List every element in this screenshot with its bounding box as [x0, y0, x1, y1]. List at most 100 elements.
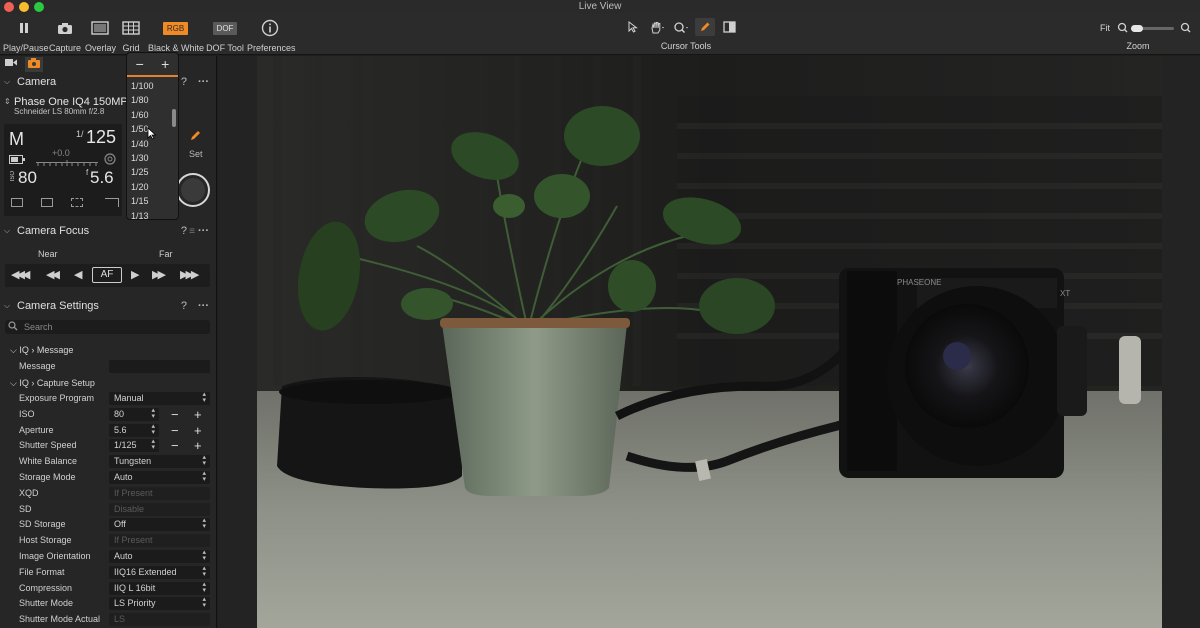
decrement-button[interactable]: − — [171, 423, 179, 438]
setting-value-iso[interactable]: 80 ▴ ▾ — [109, 407, 159, 421]
setting-value-storage-mode[interactable]: Auto ▴ ▾ — [109, 470, 210, 484]
zoom-fit-button[interactable]: Fit — [1100, 23, 1110, 33]
camera-section-header[interactable]: ⌵ Camera ? ··· — [0, 72, 216, 92]
select-arrows-icon: ▴ ▾ — [202, 549, 206, 562]
overlay-button[interactable]: Overlay — [85, 18, 116, 53]
zoom-tool-icon[interactable] — [671, 18, 691, 36]
group-iq-capture-setup[interactable]: ⌵ IQ › Capture Setup — [10, 378, 95, 389]
increment-button[interactable]: + — [194, 407, 202, 422]
shutter-option[interactable]: 1/100 — [131, 81, 154, 95]
group-iq-message[interactable]: ⌵ IQ › Message — [10, 345, 73, 356]
camera-settings-section-title: Camera Settings — [17, 300, 99, 312]
setting-value-shutter-mode[interactable]: LS Priority ▴ ▾ — [109, 596, 210, 611]
cursor-tools-group — [623, 18, 739, 38]
setting-value-image-orientation[interactable]: Auto ▴ ▾ — [109, 549, 210, 563]
setting-value-file-format[interactable]: IIQ16 Extended ▴ ▾ — [109, 565, 210, 579]
help-icon[interactable]: ? — [181, 300, 187, 312]
grid-button[interactable]: Grid — [120, 18, 142, 53]
focus-far-large-icon[interactable]: ▶▶▶ — [180, 268, 199, 281]
increment-button[interactable]: + — [194, 438, 202, 453]
shutter-speed-dropdown[interactable]: − + 1/100 1/80 1/60 1/50 1/40 1/30 1/25 1/20 1/1… — [126, 52, 179, 220]
more-options-icon[interactable]: ··· — [198, 225, 209, 237]
setting-value-compression[interactable]: IIQ L 16bit ▴ ▾ — [109, 580, 210, 595]
video-tab-icon[interactable] — [5, 58, 17, 70]
decrement-button[interactable]: − — [171, 438, 179, 453]
shutter-option[interactable]: 1/30 — [131, 153, 154, 167]
settings-search-field[interactable]: Search — [5, 320, 210, 334]
black-white-button[interactable]: RGB Black & White — [148, 18, 204, 53]
live-view-area[interactable]: PHASEONE XT — [218, 56, 1200, 628]
dof-tool-label: DOF Tool — [206, 43, 244, 53]
increment-button[interactable]: + — [194, 423, 202, 438]
focus-near-small-icon[interactable]: ◀ — [74, 268, 83, 281]
help-icon[interactable]: ? — [181, 76, 187, 88]
play-pause-button[interactable]: Play/Pause — [3, 18, 49, 53]
message-field[interactable] — [109, 360, 210, 373]
shutter-value[interactable]: 125 — [86, 127, 116, 148]
zoom-slider-handle[interactable] — [1131, 25, 1143, 32]
shutter-option[interactable]: 1/13 — [131, 211, 154, 219]
metering-icon — [41, 198, 53, 207]
camera-tab-icon[interactable] — [25, 56, 43, 72]
zoom-slider[interactable] — [1131, 25, 1174, 32]
increase-button[interactable]: + — [161, 56, 169, 72]
setting-label: Exposure Program — [19, 393, 95, 403]
shutter-option[interactable]: 1/15 — [131, 196, 154, 210]
shutter-option[interactable]: 1/60 — [131, 110, 154, 124]
setting-value-shutter-speed[interactable]: 1/125 ▴ ▾ — [109, 438, 159, 453]
dof-tool-button[interactable]: DOF DOF Tool — [206, 18, 244, 53]
setting-value-exposure-program[interactable]: Manual ▴ ▾ — [109, 391, 210, 405]
list-icon[interactable]: ≡ — [189, 226, 195, 237]
focus-near-large-icon[interactable]: ◀◀◀ — [11, 268, 30, 281]
setting-label: Image Orientation — [19, 551, 91, 561]
focus-far-medium-icon[interactable]: ▶▶ — [152, 268, 166, 281]
more-options-icon[interactable]: ··· — [198, 76, 209, 88]
rgb-icon: RGB — [148, 18, 203, 38]
live-view-image: PHASEONE XT — [257, 56, 1162, 628]
drive-mode-icon — [105, 198, 119, 207]
focus-control-bar: ◀◀◀ ◀◀ ◀ AF ▶ ▶▶ ▶▶▶ — [5, 264, 210, 287]
focus-pen-icon[interactable] — [695, 18, 715, 36]
autofocus-button[interactable]: AF — [92, 267, 122, 283]
set-label[interactable]: Set — [189, 149, 203, 159]
setting-label: Compression — [19, 582, 73, 593]
setting-value-text: IIQ16 Extended — [114, 566, 177, 577]
select-arrows-icon: ▴ ▾ — [202, 580, 206, 594]
decrease-button[interactable]: − — [136, 56, 144, 72]
preferences-button[interactable]: Preferences — [247, 18, 296, 53]
camera-lcd-display: M 1/ 125 +0.0 ISO 80 f 5.6 — [4, 124, 122, 216]
compare-view-icon[interactable] — [719, 18, 739, 36]
focus-far-small-icon[interactable]: ▶ — [131, 268, 140, 281]
setting-row-white-balance: White Balance Tungsten ▴ ▾ — [0, 454, 216, 470]
zoom-out-icon[interactable] — [1117, 22, 1129, 37]
shutter-options-list: 1/100 1/80 1/60 1/50 1/40 1/30 1/25 1/20 1/15 1/1… — [131, 81, 154, 219]
setting-value-text: If Present — [114, 535, 153, 546]
cursor-tools-label: Cursor Tools — [660, 41, 712, 51]
capture-button[interactable]: Capture — [48, 18, 82, 53]
setting-value-aperture[interactable]: 5.6 ▴ ▾ — [109, 423, 159, 437]
camera-focus-section-header[interactable]: ⌵ Camera Focus ? ≡ ··· — [0, 221, 216, 241]
more-options-icon[interactable]: ··· — [198, 300, 209, 312]
aperture-value[interactable]: 5.6 — [90, 168, 114, 188]
zoom-in-icon[interactable] — [1180, 22, 1192, 37]
setting-label: Shutter Mode Actual — [19, 614, 101, 625]
select-cursor-icon[interactable] — [623, 18, 643, 36]
setting-value-sd-storage[interactable]: Off ▴ ▾ — [109, 517, 210, 532]
shutter-release-button[interactable] — [176, 173, 210, 207]
dropdown-scrollbar[interactable] — [172, 109, 176, 127]
shutter-option[interactable]: 1/20 — [131, 182, 154, 196]
setting-value-text: Off — [114, 519, 126, 530]
set-pen-icon[interactable] — [190, 129, 202, 144]
hand-pan-icon[interactable] — [647, 18, 667, 36]
setting-label: Shutter Mode — [19, 598, 74, 609]
focus-near-medium-icon[interactable]: ◀◀ — [46, 268, 60, 281]
camera-settings-section-header[interactable]: ⌵ Camera Settings ? ··· — [0, 296, 216, 316]
shutter-option[interactable]: 1/80 — [131, 95, 154, 109]
exposure-mode: M — [9, 129, 24, 149]
camera-select-arrows-icon[interactable]: ⇕ — [4, 97, 11, 106]
shutter-option[interactable]: 1/25 — [131, 167, 154, 181]
help-icon[interactable]: ? — [181, 225, 187, 237]
iso-value[interactable]: 80 — [18, 168, 37, 188]
decrement-button[interactable]: − — [171, 407, 179, 422]
setting-value-white-balance[interactable]: Tungsten ▴ ▾ — [109, 454, 210, 469]
